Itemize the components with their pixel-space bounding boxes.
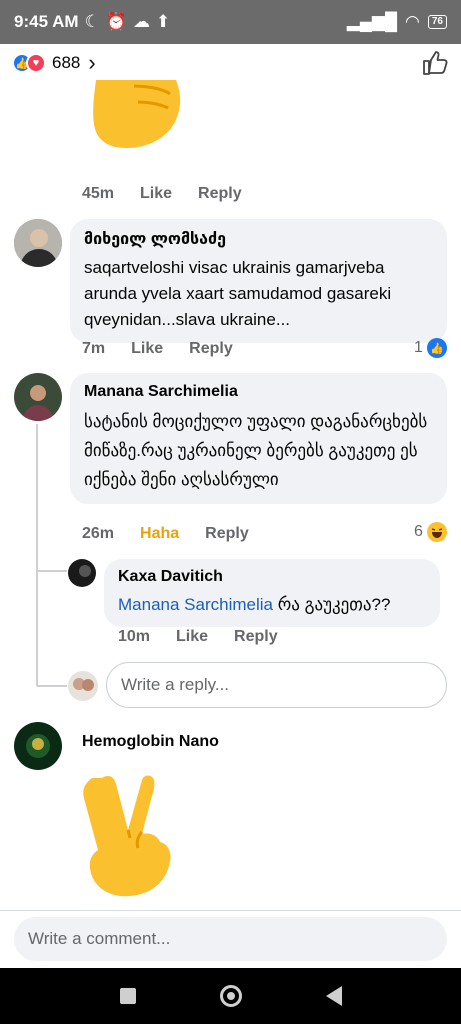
status-time: 9:45 AM — [14, 12, 79, 31]
like-reaction-icon: 👍 — [426, 338, 447, 358]
comment-reaction-badge[interactable]: 6 — [414, 522, 447, 542]
comment-actions: 7m Like Reply — [82, 340, 259, 358]
reply-author[interactable]: Kaxa Davitich — [118, 568, 426, 586]
cloud-icon: ☁ — [132, 12, 150, 31]
reaction-count: 6 — [414, 523, 423, 540]
reply-text: რა გაუკეთა?? — [277, 595, 391, 614]
like-button[interactable]: Like — [131, 340, 163, 358]
like-button[interactable]: Like — [176, 628, 208, 646]
reply-input-placeholder: Write a reply... — [121, 675, 230, 694]
signal-icon: ▂▄▆█ — [346, 12, 398, 31]
upload-icon: ⬆ — [155, 12, 171, 31]
like-button[interactable]: Like — [140, 185, 172, 203]
comment-actions: 45m Like Reply — [82, 185, 268, 203]
reaction-icons[interactable]: 👍 ♥ — [12, 53, 46, 73]
navigation-bar — [0, 968, 461, 1024]
reaction-count[interactable]: 688 — [52, 53, 80, 73]
reaction-summary: 👍 ♥ 688 › — [0, 44, 461, 82]
reply-button[interactable]: Reply — [234, 628, 278, 646]
comment-author[interactable]: მიხეილ ლომსაძე — [84, 229, 433, 249]
back-icon[interactable] — [325, 986, 342, 1006]
avatar — [68, 671, 98, 701]
reply-button[interactable]: Reply — [205, 525, 249, 543]
reply-input[interactable]: Write a reply... — [106, 662, 447, 708]
haha-button[interactable]: Haha — [140, 525, 179, 543]
profile-photo — [68, 671, 98, 701]
reaction-count: 1 — [414, 339, 423, 356]
comment-author[interactable]: Hemoglobin Nano — [82, 733, 219, 751]
comment-text: სატანის მოციქულო უფალი დაგანარცხებს მიწა… — [84, 412, 428, 489]
battery-icon: 76 — [427, 15, 447, 29]
like-post-icon[interactable] — [421, 49, 449, 77]
fist-emoji — [93, 80, 181, 148]
wifi-icon: ◠ — [405, 12, 420, 31]
reply-time: 10m — [118, 628, 151, 645]
love-reaction-icon: ♥ — [26, 53, 46, 73]
divider — [0, 910, 461, 911]
avatar[interactable] — [14, 373, 62, 421]
comment-bubble[interactable]: მიხეილ ლომსაძე saqartveloshi visac ukrai… — [70, 219, 447, 343]
comment-bubble[interactable]: Manana Sarchimelia სატანის მოციქულო უფალ… — [70, 373, 447, 504]
comment-author[interactable]: Manana Sarchimelia — [84, 383, 433, 401]
home-icon[interactable] — [219, 985, 242, 1007]
mention-link[interactable]: Manana Sarchimelia — [118, 595, 273, 614]
moon-icon: ☾ — [84, 12, 100, 31]
thread-connector — [37, 570, 67, 572]
profile-photo — [14, 219, 62, 267]
alarm-icon: ⏰ — [105, 12, 127, 31]
chevron-right-icon[interactable]: › — [88, 50, 95, 76]
victory-hand-emoji — [83, 775, 171, 897]
comment-time: 7m — [82, 340, 106, 357]
comment-text: saqartveloshi visac ukrainis gamarjveba … — [84, 258, 392, 329]
comment-reaction-badge[interactable]: 1 👍 — [414, 338, 447, 358]
profile-photo — [14, 722, 62, 770]
avatar[interactable] — [14, 722, 62, 770]
reply-bubble[interactable]: Kaxa Davitich Manana Sarchimelia რა გაუკ… — [104, 559, 440, 627]
reply-actions: 10m Like Reply — [118, 628, 304, 646]
comment-time: 45m — [82, 185, 115, 202]
comment-actions: 26m Haha Reply — [82, 525, 275, 543]
recent-apps-icon[interactable] — [119, 988, 136, 1004]
profile-photo — [14, 373, 62, 421]
comment-input[interactable]: Write a comment... — [14, 917, 447, 961]
avatar[interactable] — [14, 219, 62, 267]
profile-photo — [68, 559, 96, 587]
thread-line — [36, 424, 38, 686]
thread-connector — [37, 685, 67, 687]
comment-time: 26m — [82, 525, 115, 542]
status-bar: 9:45 AM ☾ ⏰ ☁ ⬆ ▂▄▆█ ◠ 76 — [0, 0, 461, 44]
reply-button[interactable]: Reply — [198, 185, 242, 203]
haha-reaction-icon — [426, 522, 447, 542]
reply-button[interactable]: Reply — [189, 340, 233, 358]
avatar[interactable] — [68, 559, 96, 587]
comment-input-placeholder: Write a comment... — [28, 929, 171, 948]
